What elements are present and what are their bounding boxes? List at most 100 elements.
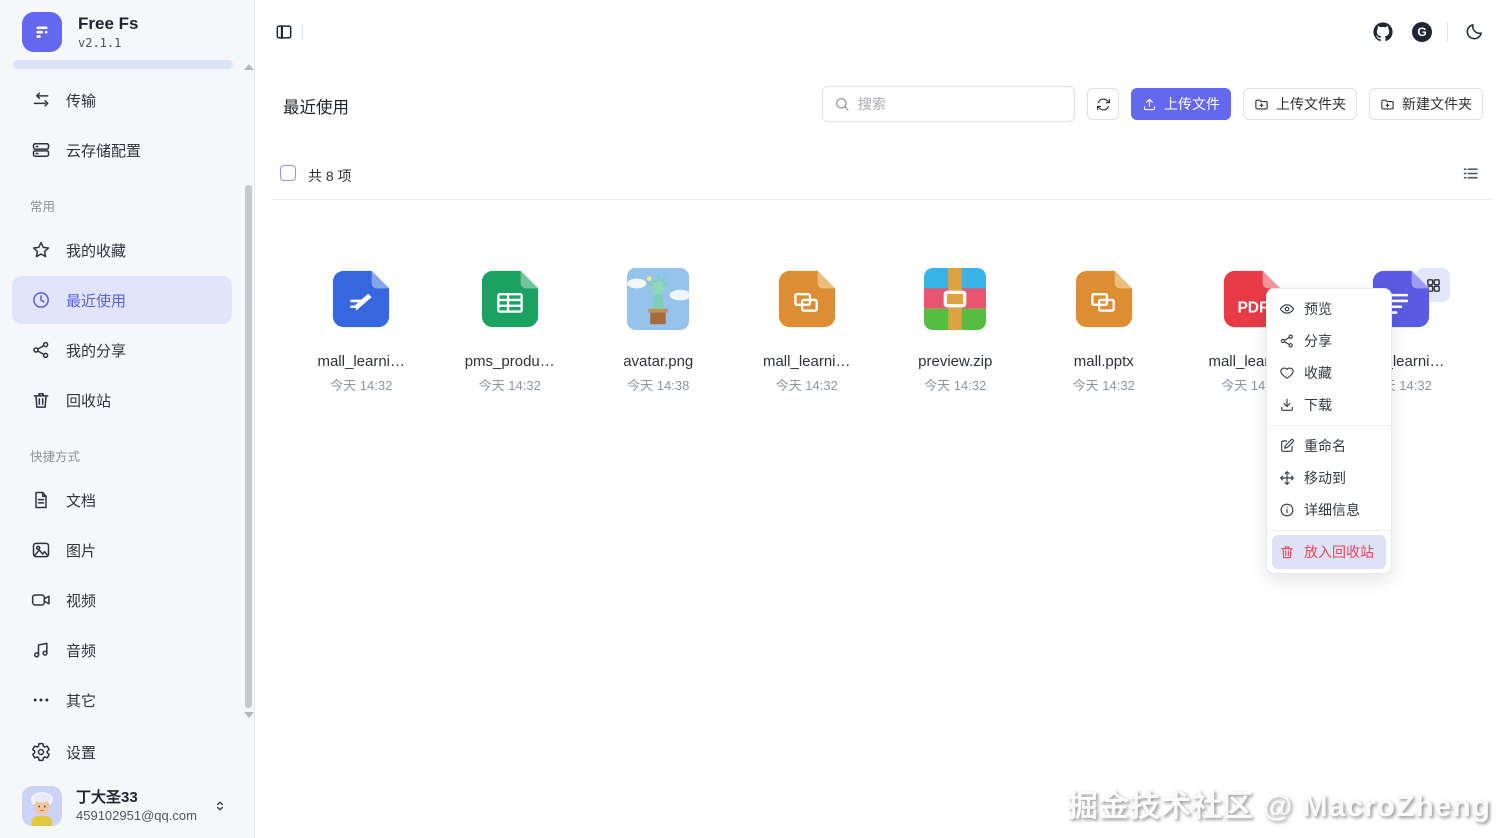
file-time: 今天 14:38	[627, 378, 690, 393]
new-folder-label: 新建文件夹	[1402, 96, 1472, 112]
menu-item-label: 移动到	[1304, 470, 1346, 486]
sidebar: Free Fs v2.1.1 传输 云存储配置 常用 我的收藏 最近使用 我的分…	[0, 0, 255, 838]
header-divider	[302, 23, 303, 41]
file-time: 今天 14:32	[330, 378, 393, 393]
sidebar-item-label: 传输	[66, 92, 97, 110]
app-logo-icon	[22, 12, 62, 52]
gitee-icon: G	[1417, 25, 1427, 39]
sidebar-scrollbar[interactable]	[245, 185, 252, 708]
menu-divider	[1267, 530, 1391, 531]
app-window: Free Fs v2.1.1 传输 云存储配置 常用 我的收藏 最近使用 我的分…	[0, 0, 1509, 838]
list-view-button[interactable]	[1453, 156, 1487, 190]
download-icon	[1279, 397, 1295, 413]
sidebar-item-favorites[interactable]: 我的收藏	[12, 226, 232, 274]
sidebar-item-label: 图片	[66, 542, 97, 560]
search-input[interactable]	[858, 96, 1063, 112]
refresh-icon	[1096, 97, 1111, 112]
image-thumbnail	[627, 268, 690, 330]
sidebar-scroll-down-arrow[interactable]	[244, 712, 254, 718]
upload-folder-label: 上传文件夹	[1276, 96, 1346, 112]
menu-item-move-to-recycle-bin[interactable]: 放入回收站	[1272, 535, 1386, 569]
sidebar-item-label: 其它	[66, 692, 97, 710]
sidebar-item-others[interactable]: 其它	[12, 676, 232, 724]
file-name: mall_learni…	[317, 353, 406, 370]
sidebar-item-label: 音频	[66, 642, 97, 660]
file-name: preview.zip	[918, 353, 993, 370]
dark-mode-toggle[interactable]	[1464, 22, 1484, 42]
sidebar-item-label: 文档	[66, 492, 97, 510]
panel-toggle-icon	[274, 22, 294, 42]
sidebar-item-label: 设置	[66, 744, 97, 762]
user-account-menu[interactable]: 丁大圣33 459102951@qq.com	[12, 780, 240, 832]
transfer-icon	[31, 90, 51, 110]
gear-icon	[31, 742, 51, 762]
upload-file-label: 上传文件	[1164, 96, 1220, 112]
user-email: 459102951@qq.com	[76, 808, 197, 823]
menu-item-label: 放入回收站	[1304, 544, 1374, 560]
header-divider	[1447, 22, 1448, 42]
menu-item-details[interactable]: 详细信息	[1272, 494, 1386, 526]
search-icon	[834, 96, 850, 112]
file-item[interactable]: mall_learni… 今天 14:32	[733, 268, 882, 394]
menu-item-move-to[interactable]: 移动到	[1272, 462, 1386, 494]
sidebar-item-transfer[interactable]: 传输	[12, 76, 232, 124]
upload-folder-button[interactable]: 上传文件夹	[1243, 88, 1357, 120]
sidebar-item-storage-config[interactable]: 云存储配置	[12, 126, 232, 174]
document-icon	[31, 490, 51, 510]
sidebar-item-documents[interactable]: 文档	[12, 476, 232, 524]
file-item[interactable]: pms_produ… 今天 14:32	[436, 268, 585, 394]
sidebar-item-settings[interactable]: 设置	[12, 728, 232, 776]
file-item[interactable]: mall.pptx 今天 14:32	[1030, 268, 1179, 394]
file-item[interactable]: mall_learni… 今天 14:32	[287, 268, 436, 394]
sidebar-item-label: 我的收藏	[66, 242, 127, 260]
avatar	[22, 786, 62, 826]
menu-item-rename[interactable]: 重命名	[1272, 430, 1386, 462]
heart-icon	[1279, 365, 1295, 381]
menu-item-share[interactable]: 分享	[1272, 325, 1386, 357]
file-name: avatar.png	[623, 353, 694, 370]
sidebar-scroll-up-arrow[interactable]	[244, 64, 254, 70]
clock-icon	[31, 290, 51, 310]
file-time: 今天 14:32	[775, 378, 838, 393]
sidebar-section-shortcuts: 快捷方式	[30, 450, 81, 464]
sidebar-item-recycle-bin[interactable]: 回收站	[12, 376, 232, 424]
menu-item-preview[interactable]: 预览	[1272, 293, 1386, 325]
refresh-button[interactable]	[1087, 88, 1119, 120]
upload-file-button[interactable]: 上传文件	[1131, 88, 1231, 120]
folder-plus-icon	[1254, 97, 1269, 112]
select-all-checkbox[interactable]	[280, 165, 296, 181]
items-count: 共 8 项	[308, 168, 352, 184]
storage-icon	[31, 140, 51, 160]
sidebar-item-audio[interactable]: 音频	[12, 626, 232, 674]
search-box[interactable]	[822, 86, 1075, 122]
menu-item-label: 收藏	[1304, 365, 1332, 381]
image-icon	[31, 540, 51, 560]
sidebar-item-videos[interactable]: 视频	[12, 576, 232, 624]
sidebar-item-recent[interactable]: 最近使用	[12, 276, 232, 324]
file-time: 今天 14:32	[1072, 378, 1135, 393]
sidebar-item-my-shares[interactable]: 我的分享	[12, 326, 232, 374]
sidebar-item-label: 视频	[66, 592, 97, 610]
page-title: 最近使用	[283, 99, 349, 117]
new-folder-button[interactable]: 新建文件夹	[1369, 88, 1483, 120]
sidebar-item-label: 最近使用	[66, 292, 127, 310]
sidebar-section-common: 常用	[30, 200, 56, 214]
menu-item-favorite[interactable]: 收藏	[1272, 357, 1386, 389]
sidebar-collapse-button[interactable]	[274, 22, 294, 42]
sidebar-item-images[interactable]: 图片	[12, 526, 232, 574]
menu-item-label: 分享	[1304, 333, 1332, 349]
edit-icon	[1279, 438, 1295, 454]
chevron-up-down-icon	[212, 798, 228, 814]
toolbar-divider	[271, 199, 1493, 200]
file-item[interactable]: preview.zip 今天 14:32	[881, 268, 1030, 394]
menu-item-download[interactable]: 下载	[1272, 389, 1386, 421]
menu-divider	[1267, 425, 1391, 426]
github-link-button[interactable]	[1373, 22, 1393, 42]
file-name: mall.pptx	[1073, 353, 1134, 370]
sidebar-item-label: 我的分享	[66, 342, 127, 360]
info-icon	[1279, 502, 1295, 518]
menu-item-label: 预览	[1304, 301, 1332, 317]
star-icon	[31, 240, 51, 260]
gitee-link-button[interactable]: G	[1412, 22, 1432, 42]
file-item[interactable]: avatar.png 今天 14:38	[584, 268, 733, 394]
